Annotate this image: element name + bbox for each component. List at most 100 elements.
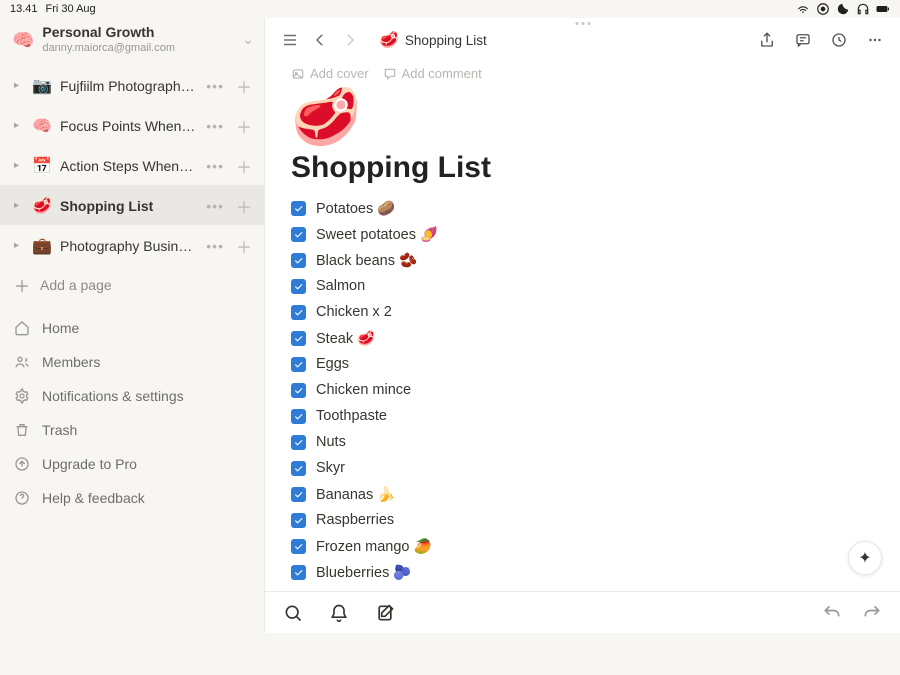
nav-label: Help & feedback bbox=[42, 490, 145, 506]
expand-icon[interactable]: ▸ bbox=[14, 120, 24, 131]
todo-text: Chicken mince bbox=[316, 382, 411, 398]
todo-text: Black beans 🫘 bbox=[316, 252, 417, 269]
forward-button[interactable] bbox=[339, 29, 361, 51]
checkbox-icon[interactable] bbox=[291, 435, 306, 450]
sidebar-page-3[interactable]: ▸🥩Shopping List•••＋ bbox=[0, 185, 264, 225]
checkbox-icon[interactable] bbox=[291, 201, 306, 216]
todo-text: Bananas 🍌 bbox=[316, 486, 395, 503]
page-icon[interactable]: 🥩 bbox=[291, 89, 874, 145]
hamburger-icon[interactable] bbox=[279, 29, 301, 51]
search-icon[interactable] bbox=[283, 603, 303, 623]
checkbox-icon[interactable] bbox=[291, 409, 306, 424]
nav-members[interactable]: Members bbox=[0, 345, 264, 379]
page-emoji: 💼 bbox=[32, 236, 52, 256]
page-add-icon[interactable]: ＋ bbox=[234, 74, 254, 98]
page-label: Focus Points When I'… bbox=[60, 118, 196, 134]
inbox-icon[interactable] bbox=[329, 603, 349, 623]
nav-home[interactable]: Home bbox=[0, 311, 264, 345]
chevron-down-icon: ⌄ bbox=[242, 31, 254, 48]
checkbox-icon[interactable] bbox=[291, 331, 306, 346]
todo-item[interactable]: Chicken mince bbox=[291, 377, 874, 403]
todo-item[interactable]: Blueberries 🫐 bbox=[291, 559, 874, 585]
new-page-icon[interactable] bbox=[375, 603, 395, 623]
workspace-email: danny.maiorca@gmail.com bbox=[42, 42, 234, 56]
page-emoji: 📅 bbox=[32, 156, 52, 176]
plus-icon: ＋ bbox=[14, 273, 30, 297]
sidebar-page-1[interactable]: ▸ 🧠 Focus Points When I'… ••• ＋ bbox=[0, 105, 264, 145]
page-title[interactable]: Shopping List bbox=[291, 151, 874, 185]
todo-text: Sweet potatoes 🍠 bbox=[316, 226, 438, 243]
todo-item[interactable]: Skyr bbox=[291, 455, 874, 481]
page-emoji: 📷 bbox=[32, 76, 52, 96]
todo-text: Frozen mango 🥭 bbox=[316, 538, 432, 555]
add-comment-button[interactable]: Add comment bbox=[383, 66, 482, 81]
page-add-icon[interactable]: ＋ bbox=[234, 114, 254, 138]
page-more-icon[interactable]: ••• bbox=[204, 238, 226, 254]
expand-icon[interactable]: ▸ bbox=[14, 240, 24, 251]
checkbox-icon[interactable] bbox=[291, 565, 306, 580]
checkbox-icon[interactable] bbox=[291, 487, 306, 502]
todo-item[interactable]: Toothpaste bbox=[291, 403, 874, 429]
drag-handle-icon[interactable] bbox=[575, 22, 590, 25]
todo-item[interactable]: Potatoes 🥔 bbox=[291, 195, 874, 221]
expand-icon[interactable]: ▸ bbox=[14, 200, 24, 211]
page-add-icon[interactable]: ＋ bbox=[234, 234, 254, 258]
page-emoji: 🧠 bbox=[32, 116, 52, 136]
workspace-switcher[interactable]: 🧠 Personal Growth danny.maiorca@gmail.co… bbox=[0, 18, 264, 65]
nav-upgrade[interactable]: Upgrade to Pro bbox=[0, 447, 264, 481]
checkbox-icon[interactable] bbox=[291, 227, 306, 242]
nav-label: Members bbox=[42, 354, 100, 370]
page-add-icon[interactable]: ＋ bbox=[234, 154, 254, 178]
add-page-button[interactable]: ＋ Add a page bbox=[0, 265, 264, 305]
checkbox-icon[interactable] bbox=[291, 513, 306, 528]
page-label: Photography Busines… bbox=[60, 238, 196, 254]
expand-icon[interactable]: ▸ bbox=[14, 160, 24, 171]
sidebar-page-2[interactable]: ▸📅Action Steps When B…•••＋ bbox=[0, 145, 264, 185]
workspace-name: Personal Growth bbox=[42, 24, 234, 42]
battery-icon bbox=[876, 2, 890, 16]
todo-item[interactable]: Black beans 🫘 bbox=[291, 247, 874, 273]
more-icon[interactable] bbox=[864, 29, 886, 51]
sidebar-page-0[interactable]: ▸📷Fujfiilm Photography …•••＋ bbox=[0, 65, 264, 105]
page-more-icon[interactable]: ••• bbox=[204, 198, 226, 214]
expand-icon[interactable]: ▸ bbox=[14, 80, 24, 91]
todo-item[interactable]: Nuts bbox=[291, 429, 874, 455]
back-button[interactable] bbox=[309, 29, 331, 51]
nav-settings[interactable]: Notifications & settings bbox=[0, 379, 264, 413]
checkbox-icon[interactable] bbox=[291, 539, 306, 554]
members-icon bbox=[14, 354, 30, 370]
checkbox-icon[interactable] bbox=[291, 305, 306, 320]
nav-help[interactable]: Help & feedback bbox=[0, 481, 264, 515]
todo-item[interactable]: Raspberries bbox=[291, 507, 874, 533]
add-page-label: Add a page bbox=[40, 277, 112, 293]
add-cover-button[interactable]: Add cover bbox=[291, 66, 369, 81]
nav-trash[interactable]: Trash bbox=[0, 413, 264, 447]
sidebar-page-4[interactable]: ▸ 💼 Photography Busines… ••• ＋ bbox=[0, 225, 264, 265]
checkbox-icon[interactable] bbox=[291, 253, 306, 268]
todo-item[interactable]: Frozen mango 🥭 bbox=[291, 533, 874, 559]
checkbox-icon[interactable] bbox=[291, 279, 306, 294]
breadcrumb[interactable]: 🥩 Shopping List bbox=[379, 30, 487, 50]
ipad-status-bar: 13.41 Fri 30 Aug bbox=[0, 0, 900, 18]
todo-item[interactable]: Eggs bbox=[291, 351, 874, 377]
comments-icon[interactable] bbox=[792, 29, 814, 51]
page-add-icon[interactable]: ＋ bbox=[234, 194, 254, 218]
checkbox-icon[interactable] bbox=[291, 461, 306, 476]
todo-item[interactable]: Salmon bbox=[291, 273, 874, 299]
undo-icon[interactable] bbox=[822, 603, 842, 623]
checkbox-icon[interactable] bbox=[291, 357, 306, 372]
updates-icon[interactable] bbox=[828, 29, 850, 51]
share-icon[interactable] bbox=[756, 29, 778, 51]
todo-item[interactable]: Chicken x 2 bbox=[291, 299, 874, 325]
ai-fab-button[interactable]: ✦ bbox=[848, 541, 882, 575]
checkbox-icon[interactable] bbox=[291, 383, 306, 398]
todo-item[interactable]: Steak 🥩 bbox=[291, 325, 874, 351]
page-more-icon[interactable]: ••• bbox=[204, 78, 226, 94]
todo-item[interactable]: Sweet potatoes 🍠 bbox=[291, 221, 874, 247]
redo-icon[interactable] bbox=[862, 603, 882, 623]
todo-text: Eggs bbox=[316, 356, 349, 372]
todo-item[interactable]: Bananas 🍌 bbox=[291, 481, 874, 507]
page-more-icon[interactable]: ••• bbox=[204, 158, 226, 174]
page-more-icon[interactable]: ••• bbox=[204, 118, 226, 134]
page-body[interactable]: 🥩 Shopping List Potatoes 🥔 Sweet potatoes… bbox=[265, 81, 900, 591]
